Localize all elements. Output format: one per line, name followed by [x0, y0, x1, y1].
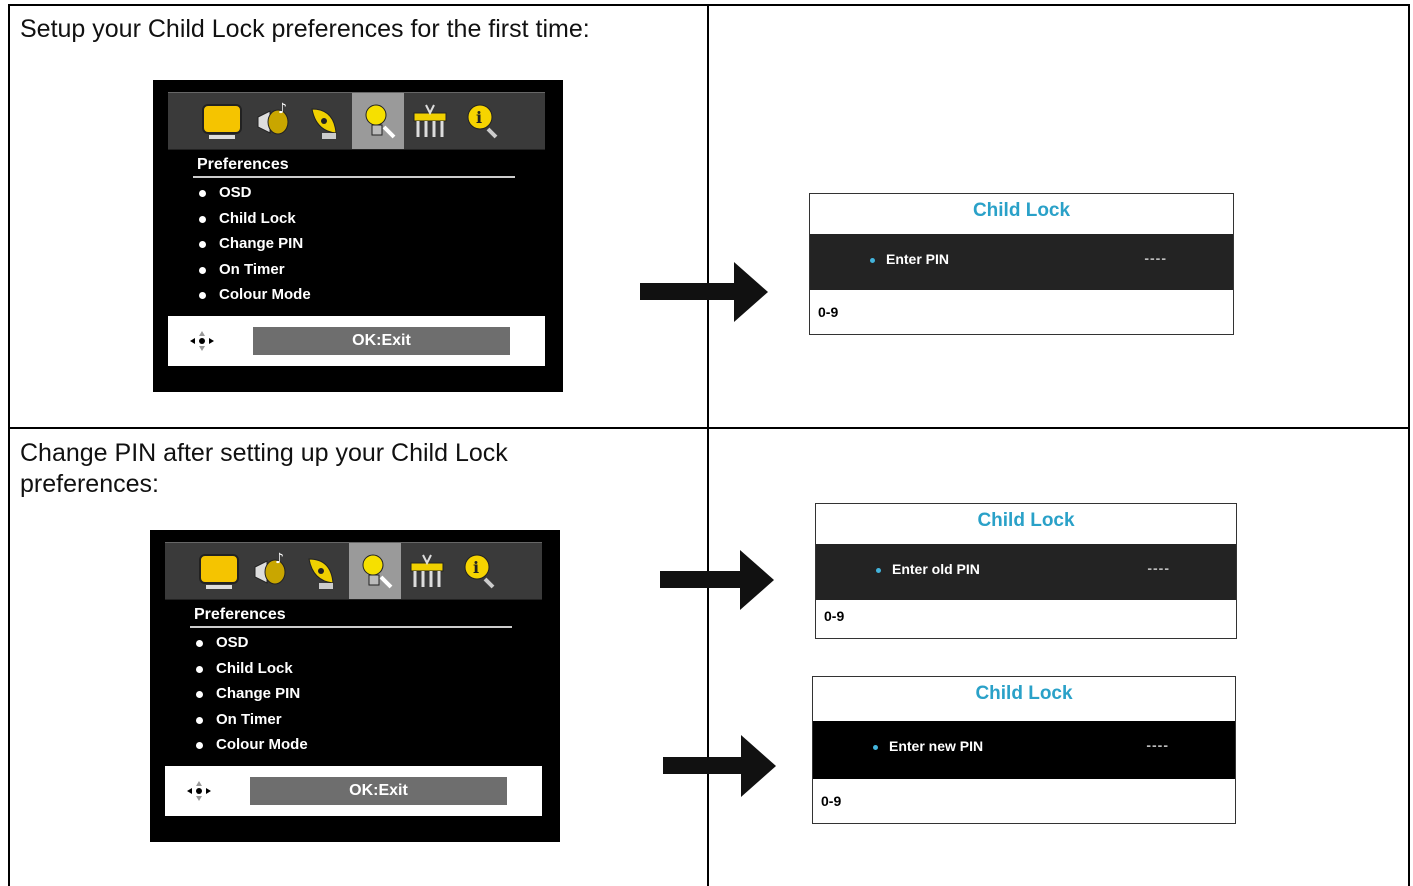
tv-picture-icon — [202, 104, 242, 139]
osd-tab-info[interactable]: i — [453, 543, 505, 599]
digit-range-hint: 0-9 — [821, 793, 842, 809]
setup-caption: Setup your Child Lock preferences for th… — [20, 15, 590, 43]
arrow-right-icon — [663, 735, 776, 797]
osd-heading-divider — [193, 176, 515, 178]
arrow-right-icon — [640, 262, 768, 322]
osd-menu-change-pin: ♪ i Preferences OSD Child Lock Change PI… — [150, 530, 560, 842]
osd-tab-antenna[interactable] — [404, 93, 456, 149]
arrow-right-icon — [660, 550, 774, 610]
osd-tab-preferences[interactable] — [349, 543, 401, 599]
satellite-dish-icon — [308, 558, 334, 589]
osd-item-change-pin[interactable]: Change PIN — [196, 683, 308, 709]
svg-text:i: i — [476, 108, 482, 127]
table-border-top — [8, 4, 1410, 6]
dialog-pin-row[interactable]: Enter PIN ---- — [810, 234, 1233, 290]
satellite-dish-icon — [311, 108, 337, 139]
osd-item-child-lock[interactable]: Child Lock — [199, 208, 311, 234]
osd-exit-button[interactable]: OK:Exit — [253, 327, 510, 355]
osd-item-colour-mode[interactable]: Colour Mode — [196, 734, 308, 760]
digit-range-hint: 0-9 — [824, 608, 845, 624]
bullet-icon — [870, 258, 875, 263]
osd-menu-list: OSD Child Lock Change PIN On Timer Colou… — [196, 632, 308, 760]
dialog-pin-row[interactable]: Enter old PIN ---- — [816, 544, 1236, 600]
bulb-preferences-icon — [362, 554, 393, 589]
pin-label: Enter old PIN — [892, 561, 980, 577]
osd-tab-info[interactable]: i — [456, 93, 508, 149]
osd-footer: OK:Exit — [165, 766, 542, 816]
osd-icon-bar: ♪ i — [165, 542, 542, 600]
digit-range-hint: 0-9 — [818, 304, 839, 320]
info-bulb-icon: i — [464, 554, 495, 589]
change-pin-caption-line1: Change PIN after setting up your Child L… — [20, 439, 508, 467]
pin-label: Enter new PIN — [889, 738, 984, 754]
table-row-divider — [8, 427, 1410, 429]
osd-tab-satellite[interactable] — [300, 93, 352, 149]
osd-item-on-timer[interactable]: On Timer — [196, 709, 308, 735]
change-pin-caption-line2: preferences: — [20, 470, 159, 498]
svg-text:♪: ♪ — [278, 101, 287, 117]
svg-text:♪: ♪ — [275, 551, 284, 567]
osd-icon-bar: ♪ i — [168, 92, 545, 150]
pin-input[interactable]: ---- — [1146, 737, 1169, 753]
osd-heading: Preferences — [197, 156, 289, 173]
table-border-left — [8, 4, 10, 886]
osd-tab-antenna[interactable] — [401, 543, 453, 599]
dialog-title: Child Lock — [972, 200, 1071, 221]
osd-tab-picture[interactable] — [193, 543, 245, 599]
osd-tab-sound[interactable]: ♪ — [245, 543, 297, 599]
dialog-pin-row[interactable]: Enter new PIN ---- — [813, 721, 1235, 779]
dialog-title: Child Lock — [975, 683, 1073, 704]
osd-item-child-lock[interactable]: Child Lock — [196, 658, 308, 684]
osd-item-osd[interactable]: OSD — [196, 632, 308, 658]
osd-item-osd[interactable]: OSD — [199, 182, 311, 208]
osd-tab-preferences[interactable] — [352, 93, 404, 149]
osd-tab-picture[interactable] — [196, 93, 248, 149]
osd-heading: Preferences — [194, 606, 286, 623]
antenna-tools-icon — [413, 104, 447, 137]
info-bulb-icon: i — [467, 104, 498, 139]
bullet-icon — [876, 568, 881, 573]
child-lock-dialog-old-pin: Child Lock Enter old PIN ---- 0-9 — [815, 503, 1237, 639]
osd-exit-button[interactable]: OK:Exit — [250, 777, 507, 805]
osd-item-change-pin[interactable]: Change PIN — [199, 233, 311, 259]
antenna-tools-icon — [410, 554, 444, 587]
change-pin-caption: Change PIN after setting up your Child L… — [20, 438, 508, 500]
navigation-arrows-icon — [190, 331, 214, 351]
svg-text:i: i — [473, 558, 479, 577]
tv-picture-icon — [199, 554, 239, 589]
navigation-arrows-icon — [187, 781, 211, 801]
osd-item-colour-mode[interactable]: Colour Mode — [199, 284, 311, 310]
osd-footer: OK:Exit — [168, 316, 545, 366]
osd-tab-satellite[interactable] — [297, 543, 349, 599]
osd-tab-sound[interactable]: ♪ — [248, 93, 300, 149]
osd-item-on-timer[interactable]: On Timer — [199, 259, 311, 285]
child-lock-dialog-enter-pin: Child Lock Enter PIN ---- 0-9 — [809, 193, 1234, 335]
osd-menu-setup: ♪ i Preferences OSD Child Lock Change PI… — [153, 80, 563, 392]
dialog-title: Child Lock — [977, 510, 1075, 531]
pin-input[interactable]: ---- — [1144, 250, 1167, 266]
child-lock-dialog-new-pin: Child Lock Enter new PIN ---- 0-9 — [812, 676, 1236, 824]
sound-speaker-icon: ♪ — [257, 101, 289, 135]
pin-label: Enter PIN — [886, 251, 950, 267]
osd-menu-list: OSD Child Lock Change PIN On Timer Colou… — [199, 182, 311, 310]
bulb-preferences-icon — [365, 104, 396, 139]
bullet-icon — [873, 745, 878, 750]
sound-speaker-icon: ♪ — [254, 551, 286, 585]
osd-heading-divider — [190, 626, 512, 628]
pin-input[interactable]: ---- — [1147, 560, 1170, 576]
table-border-right — [1408, 4, 1410, 886]
